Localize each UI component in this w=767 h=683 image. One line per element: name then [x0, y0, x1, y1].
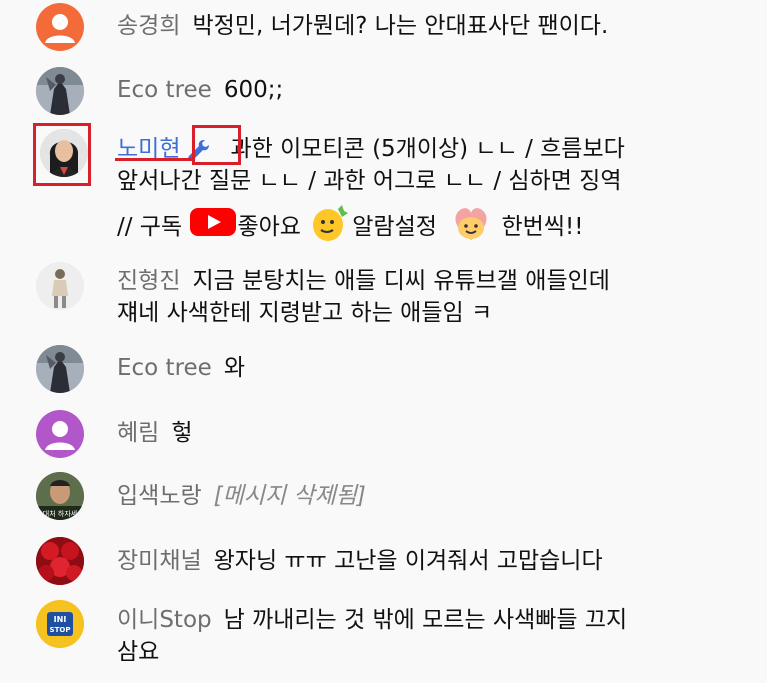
message-text: 600;; [223, 77, 284, 103]
message-text: 지금 분탕치는 애들 디씨 유튜브갤 애들인데 [192, 268, 610, 294]
youtube-icon [189, 206, 237, 249]
man-photo-icon: 대처 하자세 [36, 472, 84, 520]
author-name[interactable]: 진형진 [117, 268, 180, 294]
default-avatar-icon [45, 421, 75, 450]
message-text: 삼요 [117, 639, 160, 665]
author-name[interactable]: 이니Stop [117, 607, 212, 633]
thumbs-up-emoji-icon [308, 201, 352, 254]
message-text: 앞서나간 질문 ㄴㄴ / 과한 어그로 ㄴㄴ / 심하면 징역 [117, 168, 622, 194]
message-text: 왕자닝 ㅠㅠ 고난을 이겨줘서 고맙습니다 [213, 548, 603, 574]
author-name[interactable]: 장미채널 [117, 548, 202, 574]
avatar[interactable] [36, 345, 84, 393]
author-name[interactable]: Eco tree [117, 77, 212, 103]
logo-text-bottom: STOP [50, 626, 71, 634]
highlight-box-avatar [33, 123, 91, 186]
heart-bell-emoji-icon [448, 200, 494, 255]
figure-photo-icon [36, 67, 84, 115]
message-text: 와 [223, 355, 246, 381]
avatar[interactable] [36, 67, 84, 115]
message-text: 한번씩!! [501, 214, 584, 240]
author-name[interactable]: 입색노랑 [117, 483, 202, 509]
deleted-message: [메시지 삭제됨] [213, 483, 366, 509]
message-text: 헣 [171, 420, 193, 446]
message-text: 알람설정 [352, 214, 437, 240]
avatar[interactable]: INI STOP [36, 600, 84, 648]
message-text: 박정민, 너가뭔데? 나는 안대표사단 팬이다. [192, 13, 609, 39]
highlight-box-badge [192, 125, 241, 165]
roses-photo-icon [36, 537, 84, 585]
avatar[interactable] [36, 3, 84, 51]
logo-text-top: INI [54, 615, 67, 624]
avatar-caption: 대처 하자세 [43, 509, 77, 518]
author-name[interactable]: Eco tree [117, 355, 212, 381]
message-text: // 구독 [117, 214, 183, 240]
author-name[interactable]: 송경희 [117, 13, 180, 39]
message-text: 남 까내리는 것 밖에 모르는 사색빠들 끄지 [223, 607, 628, 633]
message-text: 좋아요 [237, 214, 301, 240]
ini-stop-logo-icon: INI STOP [36, 600, 84, 648]
avatar[interactable] [36, 537, 84, 585]
avatar[interactable] [36, 410, 84, 458]
person-photo-icon [36, 262, 84, 310]
avatar[interactable]: 대처 하자세 [36, 472, 84, 520]
avatar[interactable] [36, 262, 84, 310]
author-underline [115, 158, 195, 161]
figure-photo-icon [36, 345, 84, 393]
message-text: 쟤네 사색한테 지령받고 하는 애들임 ㅋ [117, 300, 493, 326]
author-name[interactable]: 혜림 [117, 420, 159, 446]
message-text: 과한 이모티콘 (5개이상) ㄴㄴ / 흐름보다 [230, 136, 625, 162]
default-avatar-icon [45, 14, 75, 43]
